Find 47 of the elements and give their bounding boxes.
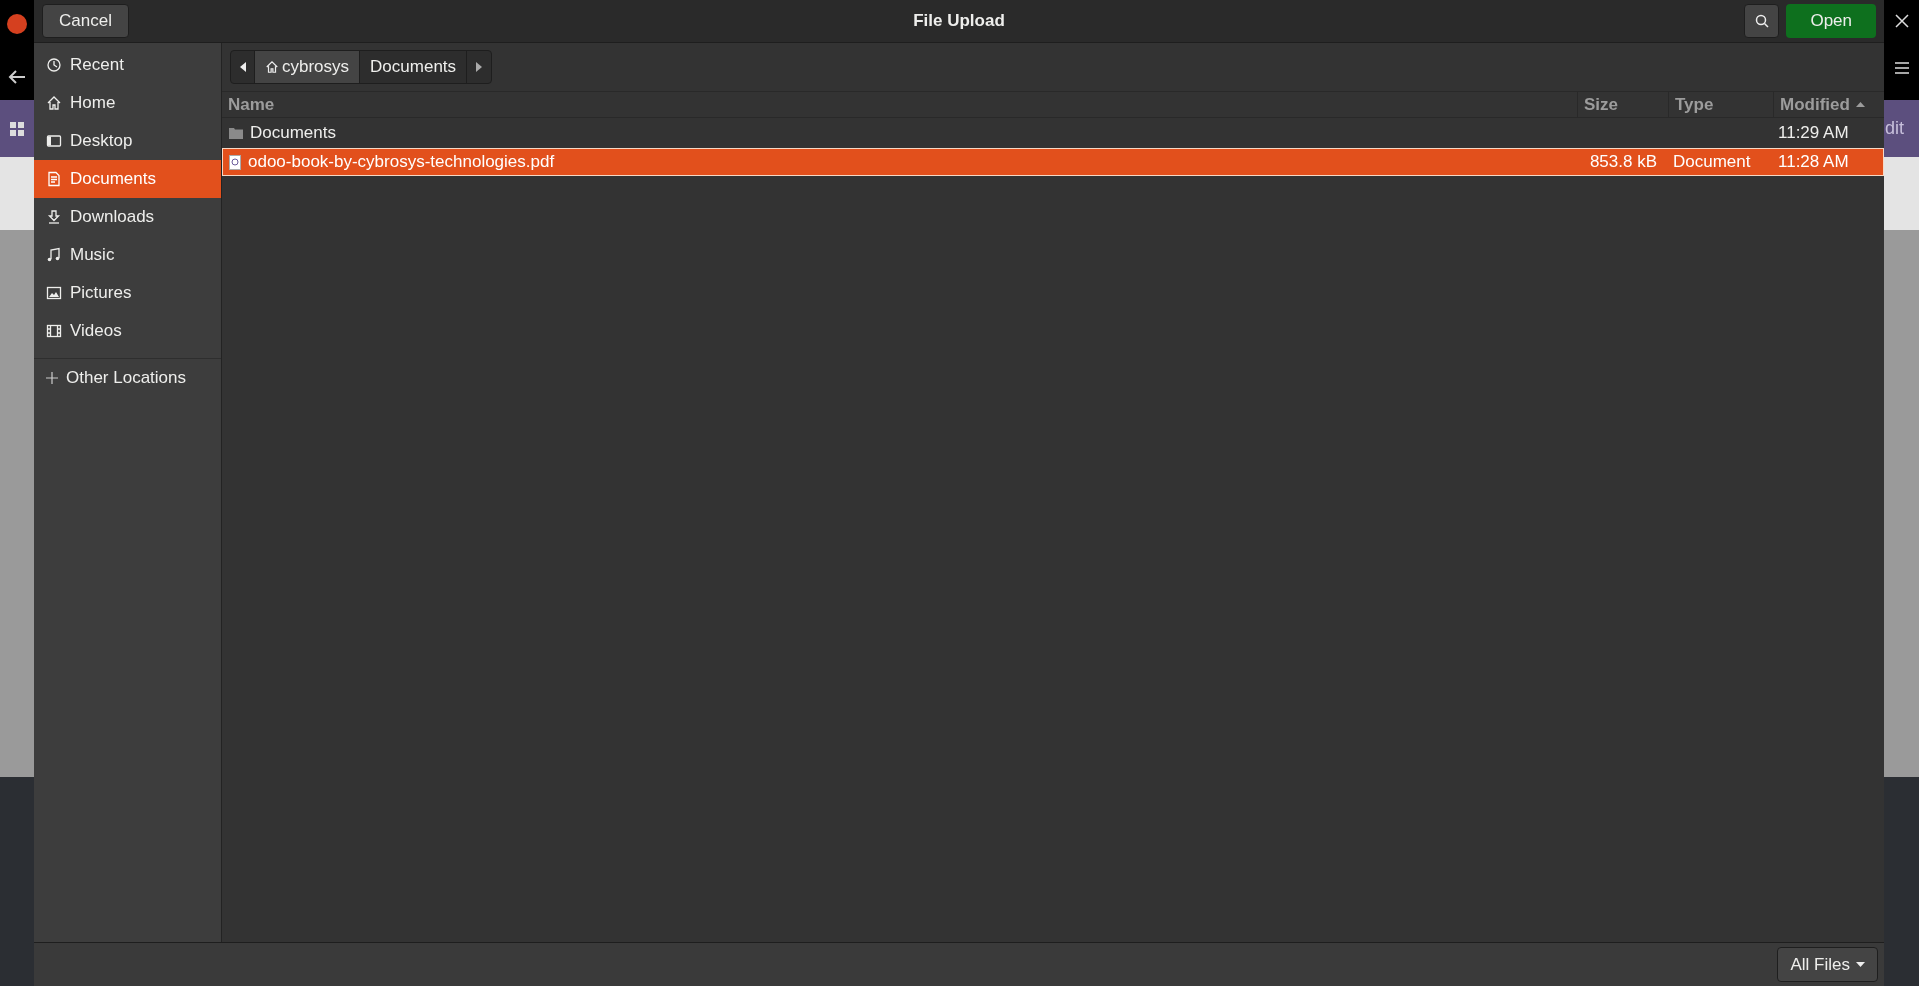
home-icon: [265, 60, 279, 74]
table-cell: 11:28 AM: [1778, 152, 1849, 172]
sidebar-item[interactable]: Recent: [34, 46, 221, 84]
path-button[interactable]: cybrosys: [255, 51, 361, 83]
plus-icon: [46, 372, 58, 384]
table-cell: Document: [1673, 152, 1751, 172]
search-icon: [1754, 14, 1769, 28]
toolbar-text: dit: [1884, 117, 1904, 140]
sidebar-item[interactable]: Pictures: [34, 274, 221, 312]
folder-icon: [229, 127, 243, 139]
sidebar-item[interactable]: Other Locations: [34, 359, 221, 397]
menu-icon[interactable]: [1894, 62, 1909, 74]
film-icon: [46, 323, 62, 339]
sidebar-item[interactable]: Home: [34, 84, 221, 122]
file-row[interactable]: odoo-book-by-cybrosys-technologies.pdf 853.8 kB Document 11:28 AM: [223, 149, 1883, 175]
right-arrow-icon: [476, 62, 483, 72]
file-type-dropdown[interactable]: All Files: [1777, 947, 1878, 982]
sidebar-item[interactable]: Videos: [34, 312, 221, 350]
home-icon: [46, 95, 62, 111]
file-name: odoo-book-by-cybrosys-technologies.pdf: [248, 151, 555, 174]
close-icon[interactable]: [1894, 14, 1909, 28]
table-cell: 853.8 kB: [1589, 152, 1657, 172]
sort-ascending-icon: [1855, 102, 1865, 107]
search-button[interactable]: [1744, 4, 1780, 38]
pdf-file-icon: [229, 154, 241, 170]
column-header[interactable]: Size: [1577, 92, 1668, 117]
dialog-title: File Upload: [912, 10, 1006, 33]
sidebar-item[interactable]: Downloads: [34, 198, 221, 236]
column-header[interactable]: Type: [1668, 92, 1773, 117]
back-arrow-icon[interactable]: [8, 70, 26, 84]
document-icon: [46, 171, 62, 187]
file-name: Documents: [250, 122, 336, 145]
cancel-button[interactable]: Cancel: [42, 4, 129, 38]
sidebar-item[interactable]: Desktop: [34, 122, 221, 160]
desktop-icon: [46, 133, 62, 149]
file-row[interactable]: Documents 11:29 AM: [223, 120, 1883, 146]
column-header[interactable]: Name: [222, 92, 1577, 117]
download-icon: [46, 209, 62, 225]
sidebar-item[interactable]: Music: [34, 236, 221, 274]
grid-icon[interactable]: [10, 121, 24, 136]
open-button[interactable]: Open: [1786, 4, 1876, 38]
caret-icon: [1856, 962, 1865, 967]
sidebar-item[interactable]: Documents: [34, 160, 221, 198]
picture-icon: [46, 285, 62, 301]
left-arrow-icon: [239, 62, 246, 72]
table-cell: 11:29 AM: [1778, 123, 1849, 143]
music-note-icon: [46, 247, 62, 263]
